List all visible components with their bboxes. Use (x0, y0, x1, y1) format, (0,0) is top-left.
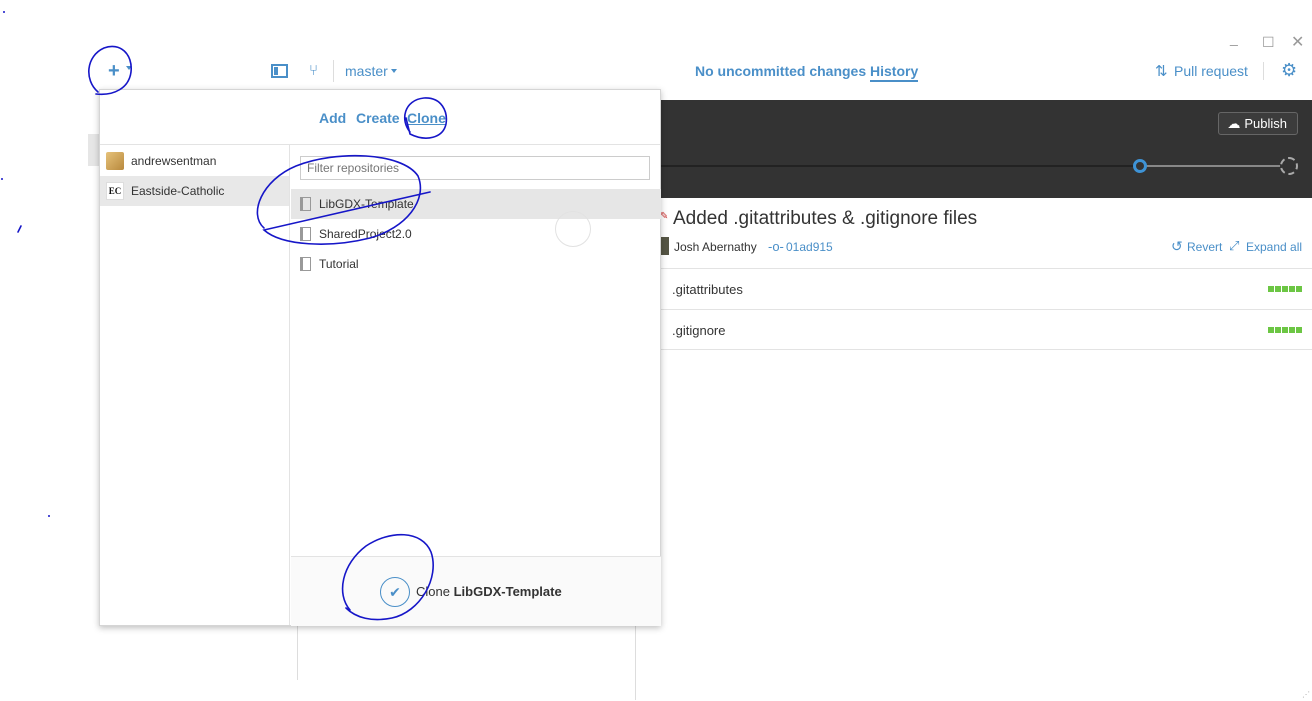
expand-all-button[interactable]: Expand all (1246, 240, 1302, 254)
close-button[interactable]: ✕ (1291, 32, 1304, 52)
diffstat (1268, 327, 1302, 333)
tab-add[interactable]: Add (319, 110, 346, 126)
toolbar-divider (1263, 62, 1264, 80)
branch-selector[interactable]: master (345, 63, 388, 79)
file-row[interactable]: .gitattributes (660, 268, 1312, 309)
clone-repository-button[interactable]: Clone LibGDX-Template (416, 584, 562, 599)
pull-request-icon[interactable]: ⇅ (1155, 62, 1168, 80)
gear-icon[interactable]: ⚙ (1281, 60, 1297, 81)
timeline-track (660, 165, 1140, 167)
file-name: .gitattributes (672, 282, 743, 297)
account-list: andrewsentman EC Eastside-Catholic (100, 145, 290, 625)
loading-ring (555, 211, 591, 247)
repository-item[interactable]: Tutorial (291, 249, 661, 279)
clone-repo-name: LibGDX-Template (453, 584, 562, 599)
account-item[interactable]: EC Eastside-Catholic (100, 176, 289, 206)
commit-icon: -o- (768, 239, 784, 254)
maximize-button[interactable]: ☐ (1262, 34, 1275, 51)
repo-icon (300, 227, 311, 241)
avatar (106, 152, 124, 170)
timeline-track-unpublished (1145, 165, 1285, 167)
account-item[interactable]: andrewsentman (100, 146, 289, 176)
cloud-upload-icon: ☁ (1227, 115, 1241, 131)
pull-request-button[interactable]: Pull request (1174, 63, 1248, 79)
chevron-down-icon[interactable] (126, 66, 132, 70)
publish-button[interactable]: ☁ Publish (1218, 112, 1298, 135)
repo-icon (300, 257, 311, 271)
tab-history[interactable]: History (870, 63, 919, 82)
publish-label: Publish (1244, 116, 1287, 131)
annotation-dot (48, 515, 50, 517)
commit-author: Josh Abernathy (674, 240, 757, 254)
sidebar-toggle-icon[interactable] (271, 64, 288, 78)
clone-footer: ✔ Clone LibGDX-Template (291, 556, 661, 626)
tab-changes[interactable]: No uncommitted changes (695, 63, 866, 79)
repository-name: LibGDX-Template (319, 197, 414, 211)
timeline-commit-node[interactable] (1133, 159, 1147, 173)
commit-sha-link[interactable]: 01ad915 (786, 240, 833, 254)
checkmark-icon[interactable]: ✔ (380, 577, 410, 607)
tab-create[interactable]: Create (356, 110, 400, 126)
branch-chevron-down-icon[interactable] (391, 69, 397, 73)
divider (297, 625, 298, 680)
clone-action-label: Clone (416, 584, 450, 599)
annotation-dot (3, 11, 5, 13)
org-avatar: EC (106, 182, 124, 200)
tab-clone[interactable]: Clone (407, 110, 446, 126)
diffstat (1268, 286, 1302, 292)
divider (635, 625, 636, 700)
annotation-dot (1, 178, 3, 180)
resize-grip-icon[interactable]: ⋰ (1302, 690, 1310, 699)
expand-icon[interactable]: ⤢ (1229, 238, 1239, 254)
minimize-button[interactable]: _ (1230, 30, 1238, 46)
timeline-end-node (1280, 157, 1298, 175)
repo-icon (300, 197, 311, 211)
add-repository-icon[interactable]: + (108, 60, 120, 83)
account-name: Eastside-Catholic (131, 184, 225, 198)
filter-repositories-input[interactable] (300, 156, 650, 180)
toolbar-divider (333, 60, 334, 82)
commit-title: Added .gitattributes & .gitignore files (673, 208, 978, 229)
repository-item[interactable]: SharedProject2.0 (291, 219, 661, 249)
repository-name: Tutorial (319, 257, 359, 271)
file-row[interactable]: .gitignore (660, 309, 1312, 350)
add-repository-popover: Add Create Clone andrewsentman EC Eastsi… (99, 89, 661, 626)
repository-item[interactable]: LibGDX-Template (291, 189, 661, 219)
file-name: .gitignore (672, 323, 726, 338)
revert-icon[interactable]: ↺ (1171, 238, 1183, 255)
commit-timeline[interactable]: ☁ Publish (660, 100, 1312, 198)
avatar (660, 237, 669, 255)
account-name: andrewsentman (131, 154, 217, 168)
commit-emoji-icon: ✎ (660, 211, 669, 222)
popover-tabs: Add Create Clone (100, 90, 660, 145)
branch-icon: ⑂ (309, 62, 319, 79)
annotation-mark (17, 225, 22, 233)
revert-button[interactable]: Revert (1187, 240, 1222, 254)
repository-name: SharedProject2.0 (319, 227, 412, 241)
